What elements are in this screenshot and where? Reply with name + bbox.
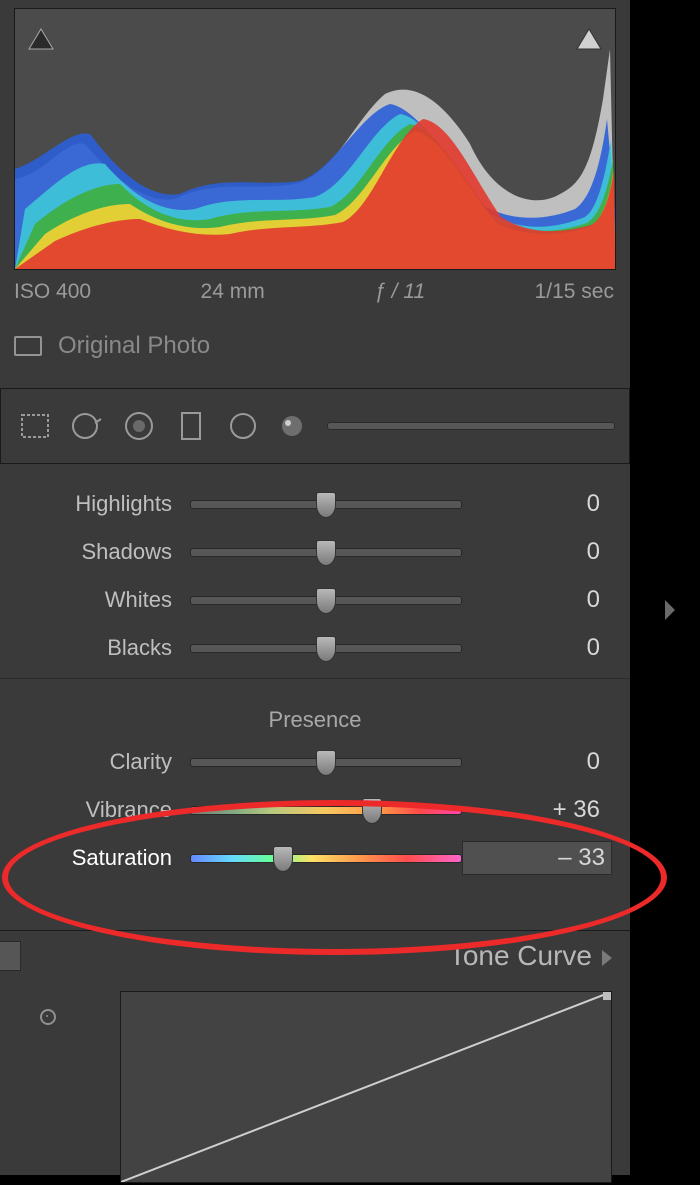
whites-value[interactable]: 0 — [462, 586, 630, 614]
whites-slider[interactable] — [190, 596, 462, 605]
divider — [0, 678, 630, 679]
clarity-slider[interactable] — [190, 758, 462, 767]
saturation-thumb[interactable] — [273, 846, 293, 872]
adjustment-brush-tool[interactable] — [275, 406, 315, 446]
spot-removal-tool[interactable] — [67, 406, 107, 446]
blacks-thumb[interactable] — [316, 636, 336, 662]
panel-switcher-icon[interactable] — [0, 941, 21, 971]
graduated-filter-tool[interactable] — [171, 406, 211, 446]
red-eye-tool[interactable] — [119, 406, 159, 446]
highlights-label: Highlights — [0, 491, 190, 517]
original-photo-label: Original Photo — [58, 332, 210, 360]
tool-strip — [0, 388, 630, 464]
saturation-label: Saturation — [0, 845, 190, 871]
focal-length-value: 24 mm — [201, 280, 265, 304]
clarity-label: Clarity — [0, 749, 190, 775]
crop-tool[interactable] — [15, 406, 55, 446]
clarity-row: Clarity 0 — [0, 738, 630, 786]
blacks-value[interactable]: 0 — [462, 634, 630, 662]
shadows-label: Shadows — [0, 539, 190, 565]
clarity-value[interactable]: 0 — [462, 748, 630, 776]
expand-panel-chevron-icon[interactable] — [640, 560, 700, 660]
vibrance-value[interactable]: + 36 — [462, 796, 630, 824]
blacks-slider[interactable] — [190, 644, 462, 653]
blacks-row: Blacks 0 — [0, 624, 630, 672]
clarity-thumb[interactable] — [316, 750, 336, 776]
iso-value: ISO 400 — [14, 280, 91, 304]
vibrance-thumb[interactable] — [362, 798, 382, 824]
saturation-slider[interactable] — [190, 854, 462, 863]
tone-curve-graph[interactable] — [120, 991, 612, 1183]
highlights-thumb[interactable] — [316, 492, 336, 518]
shadows-row: Shadows 0 — [0, 528, 630, 576]
whites-thumb[interactable] — [316, 588, 336, 614]
blacks-label: Blacks — [0, 635, 190, 661]
highlights-value[interactable]: 0 — [462, 490, 630, 518]
vibrance-label: Vibrance — [0, 797, 190, 823]
brush-size-slider[interactable] — [327, 422, 615, 430]
tone-curve-label: Tone Curve — [449, 940, 592, 972]
shadows-slider[interactable] — [190, 548, 462, 557]
before-after-icon — [14, 336, 42, 356]
tone-curve-header[interactable]: Tone Curve — [0, 930, 630, 981]
vibrance-row: Vibrance + 36 — [0, 786, 630, 834]
histogram[interactable] — [14, 8, 616, 270]
presence-header: Presence — [0, 702, 630, 738]
shutter-value: 1/15 sec — [535, 280, 614, 304]
original-photo-toggle[interactable]: Original Photo — [14, 332, 614, 360]
vibrance-slider[interactable] — [190, 806, 462, 815]
chevron-down-icon — [602, 950, 612, 966]
saturation-value[interactable]: – 33 — [462, 841, 612, 875]
whites-row: Whites 0 — [0, 576, 630, 624]
targeted-adjustment-icon[interactable] — [40, 1009, 56, 1025]
aperture-value: ƒ / 11 — [374, 280, 425, 304]
tone-curve-section: Tone Curve — [0, 930, 630, 1185]
saturation-row: Saturation – 33 — [0, 834, 630, 882]
shadows-thumb[interactable] — [316, 540, 336, 566]
highlights-row: Highlights 0 — [0, 480, 630, 528]
exif-metadata-row: ISO 400 24 mm ƒ / 11 1/15 sec — [14, 280, 614, 304]
highlights-slider[interactable] — [190, 500, 462, 509]
whites-label: Whites — [0, 587, 190, 613]
shadows-value[interactable]: 0 — [462, 538, 630, 566]
radial-filter-tool[interactable] — [223, 406, 263, 446]
